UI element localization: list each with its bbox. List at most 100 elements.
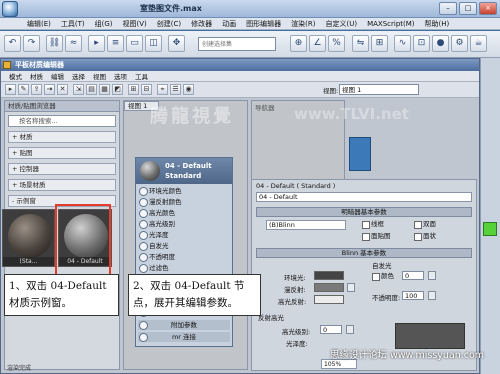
material-node[interactable]: 04 - Default Standard 环境光颜色 漫反射颜色 高光颜色 高…: [135, 157, 233, 347]
menu-create[interactable]: 创建(C): [152, 19, 186, 29]
specular-level-value[interactable]: 0: [320, 325, 342, 334]
menu-customize[interactable]: 自定义(U): [320, 19, 362, 29]
highlight-curve-graph: [395, 323, 465, 349]
rollout-maps[interactable]: + 贴图: [8, 147, 116, 159]
menu-tools[interactable]: 工具(T): [56, 19, 90, 29]
curve-editor-icon[interactable]: ∿: [394, 35, 411, 52]
opacity-value[interactable]: 100: [402, 291, 424, 300]
menu-graph-editors[interactable]: 图形编辑器: [241, 19, 286, 29]
specular-color-swatch[interactable]: [314, 295, 344, 304]
slate-menu-view[interactable]: 视图: [89, 71, 110, 81]
self-illum-color-checkbox[interactable]: 颜色: [372, 272, 394, 281]
node-mr-connection[interactable]: mr 连接: [138, 332, 230, 342]
menu-modifiers[interactable]: 修改器: [186, 19, 217, 29]
slate-menu-options[interactable]: 选项: [110, 71, 131, 81]
move-icon[interactable]: ✥: [168, 35, 185, 52]
face-map-checkbox[interactable]: 面贴图: [362, 232, 391, 241]
show-map-icon[interactable]: ▦: [99, 84, 110, 95]
shader-basic-rollout[interactable]: 明暗器基本参数: [256, 207, 472, 217]
align-icon[interactable]: ⊞: [371, 35, 388, 52]
node-material-sphere-icon: [140, 161, 160, 181]
hide-unused-slots-icon[interactable]: ▤: [86, 84, 97, 95]
max-logo-icon[interactable]: [2, 1, 18, 17]
selection-set-input[interactable]: 创建选择集: [198, 37, 276, 51]
node-slot-self-illumination[interactable]: 自发光: [138, 241, 230, 251]
rollout-controllers[interactable]: + 控制器: [8, 163, 116, 175]
undo-icon[interactable]: ↶: [4, 35, 21, 52]
render-setup-icon[interactable]: ⚙: [451, 35, 468, 52]
self-illum-map-button[interactable]: [428, 271, 436, 280]
glossiness-label: 光泽度:: [286, 340, 308, 348]
select-by-material-icon[interactable]: ◉: [183, 84, 194, 95]
rollout-scene-materials[interactable]: + 场景材质: [8, 179, 116, 191]
slate-menu-material[interactable]: 材质: [26, 71, 47, 81]
bind-space-warp-icon[interactable]: ≈: [65, 35, 82, 52]
window-crossing-icon[interactable]: ◫: [145, 35, 162, 52]
node-slot-filter-color[interactable]: 过滤色: [138, 263, 230, 273]
node-slot-opacity[interactable]: 不透明度: [138, 252, 230, 262]
menu-views[interactable]: 视图(V): [118, 19, 152, 29]
blinn-basic-rollout[interactable]: Blinn 基本参数: [256, 248, 472, 258]
close-button[interactable]: ×: [479, 2, 497, 15]
material-name-input[interactable]: 04 - Default: [256, 192, 472, 202]
link-icon[interactable]: ⛓: [46, 35, 63, 52]
percent-snap-icon[interactable]: %: [328, 35, 345, 52]
delete-icon[interactable]: ✕: [57, 84, 68, 95]
search-by-name-input[interactable]: 按名称搜索...: [8, 115, 116, 127]
rectangle-region-icon[interactable]: ▭: [126, 35, 143, 52]
node-slot-specular-level[interactable]: 高光级别: [138, 219, 230, 229]
faceted-checkbox[interactable]: 面状: [414, 232, 436, 241]
menu-group[interactable]: 组(G): [90, 19, 118, 29]
render-icon[interactable]: ☕: [470, 35, 487, 52]
node-slot-diffuse[interactable]: 漫反射颜色: [138, 197, 230, 207]
snaps-icon[interactable]: ⊕: [290, 35, 307, 52]
select-object-icon[interactable]: ▸: [88, 35, 105, 52]
diffuse-map-button[interactable]: [347, 283, 355, 292]
slate-menu-tools[interactable]: 工具: [131, 71, 152, 81]
select-tool-icon[interactable]: ▸: [5, 84, 16, 95]
node-slot-ambient[interactable]: 环境光颜色: [138, 186, 230, 196]
menu-animation[interactable]: 动画: [217, 19, 241, 29]
opacity-map-button[interactable]: [428, 291, 436, 300]
rollout-materials[interactable]: + 材质: [8, 131, 116, 143]
minimize-button[interactable]: –: [439, 2, 457, 15]
menu-edit[interactable]: 编辑(E): [22, 19, 56, 29]
assign-material-icon[interactable]: ⇥: [44, 84, 55, 95]
sample-slot-1[interactable]: (Sta...: [2, 209, 55, 267]
self-illum-value[interactable]: 0: [402, 271, 424, 280]
material-map-navigator-icon[interactable]: ⌖: [157, 84, 168, 95]
shader-select[interactable]: (B)Blinn: [266, 220, 346, 230]
layout-all-icon[interactable]: ⊞: [128, 84, 139, 95]
two-sided-checkbox[interactable]: 双面: [414, 220, 436, 229]
slate-menu-select[interactable]: 选择: [68, 71, 89, 81]
slate-menu-mode[interactable]: 模式: [5, 71, 26, 81]
maximize-button[interactable]: □: [459, 2, 477, 15]
show-background-icon[interactable]: ◩: [112, 84, 123, 95]
move-children-icon[interactable]: ⇲: [73, 84, 84, 95]
schematic-view-icon[interactable]: ⊡: [413, 35, 430, 52]
layout-children-icon[interactable]: ⊟: [141, 84, 152, 95]
slate-menu-edit[interactable]: 编辑: [47, 71, 68, 81]
node-extra-params[interactable]: 附加参数: [138, 320, 230, 330]
specular-level-map-button[interactable]: [346, 325, 354, 334]
pick-material-icon[interactable]: ✎: [18, 84, 29, 95]
view-select[interactable]: 视图 1: [339, 84, 419, 95]
callout-step-1-line-1: 1、双击 04-Default: [9, 280, 107, 292]
node-slot-glossiness[interactable]: 光泽度: [138, 230, 230, 240]
put-to-scene-icon[interactable]: ⇪: [31, 84, 42, 95]
object-color-swatch[interactable]: [483, 222, 497, 236]
parameter-editor-icon[interactable]: ☰: [170, 84, 181, 95]
wire-checkbox[interactable]: 线框: [362, 220, 384, 229]
menu-maxscript[interactable]: MAXScript(M): [362, 20, 419, 28]
angle-snap-icon[interactable]: ∠: [309, 35, 326, 52]
select-by-name-icon[interactable]: ≡: [107, 35, 124, 52]
menu-rendering[interactable]: 渲染(R): [286, 19, 320, 29]
redo-icon[interactable]: ↷: [23, 35, 40, 52]
ambient-color-swatch[interactable]: [314, 271, 344, 280]
menu-help[interactable]: 帮助(H): [420, 19, 455, 29]
diffuse-color-swatch[interactable]: [314, 283, 344, 292]
material-editor-icon[interactable]: ●: [432, 35, 449, 52]
mirror-icon[interactable]: ⇋: [352, 35, 369, 52]
node-slot-specular[interactable]: 高光颜色: [138, 208, 230, 218]
node-header[interactable]: 04 - Default Standard: [136, 158, 232, 184]
